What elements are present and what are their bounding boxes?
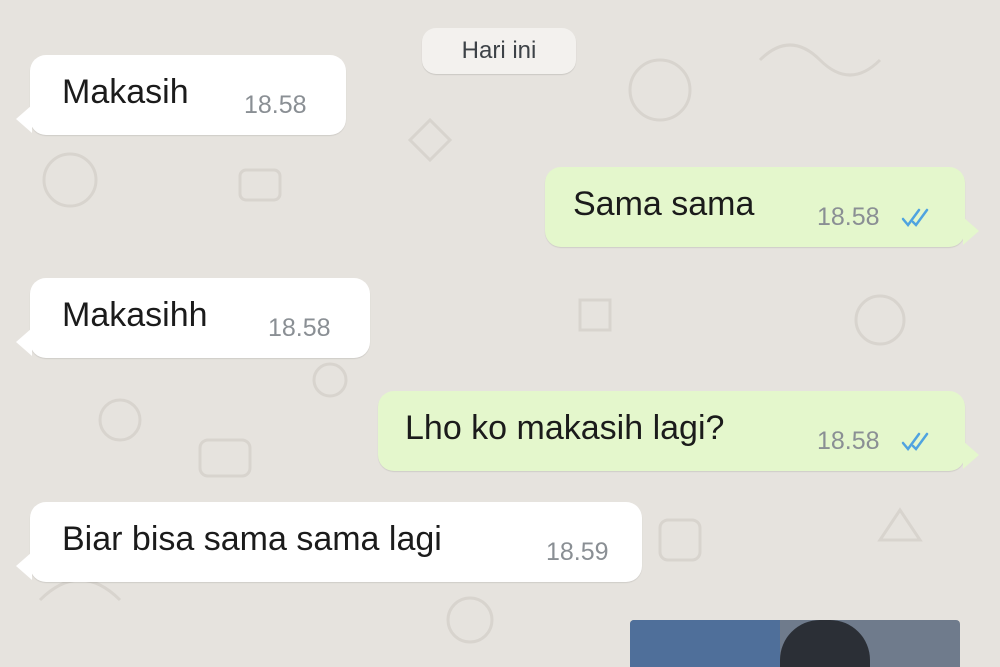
message-time: 18.58 <box>817 203 880 231</box>
chat-window: Hari ini Makasih 18.58 Sama sama 18.58 M… <box>0 0 1000 667</box>
message-bubble-outgoing[interactable]: Sama sama 18.58 <box>545 167 979 247</box>
message-bubble-incoming[interactable]: Makasihh 18.58 <box>16 278 370 358</box>
image-message-preview[interactable] <box>630 620 960 667</box>
message-text: Sama sama <box>573 185 755 223</box>
message-time: 18.59 <box>546 538 609 566</box>
bubble-tail <box>963 441 979 469</box>
message-bubble-outgoing[interactable]: Lho ko makasih lagi? 18.58 <box>378 391 979 471</box>
message-bubble-incoming[interactable]: Biar bisa sama sama lagi 18.59 <box>16 502 642 582</box>
image-region <box>630 620 780 667</box>
date-chip: Hari ini <box>422 28 576 74</box>
double-check-read-icon <box>901 432 929 452</box>
double-check-read-icon <box>901 208 929 228</box>
message-text: Lho ko makasih lagi? <box>405 409 725 447</box>
message-time: 18.58 <box>244 91 307 119</box>
message-text: Biar bisa sama sama lagi <box>62 520 442 558</box>
message-time: 18.58 <box>268 314 331 342</box>
bubble-tail <box>16 328 32 356</box>
bubble-tail <box>963 217 979 245</box>
image-region <box>780 620 870 667</box>
message-text: Makasihh <box>62 296 208 334</box>
message-bubble-incoming[interactable]: Makasih 18.58 <box>16 55 346 135</box>
message-text: Makasih <box>62 73 189 111</box>
bubble-tail <box>16 105 32 133</box>
message-time: 18.58 <box>817 427 880 455</box>
bubble-tail <box>16 552 32 580</box>
